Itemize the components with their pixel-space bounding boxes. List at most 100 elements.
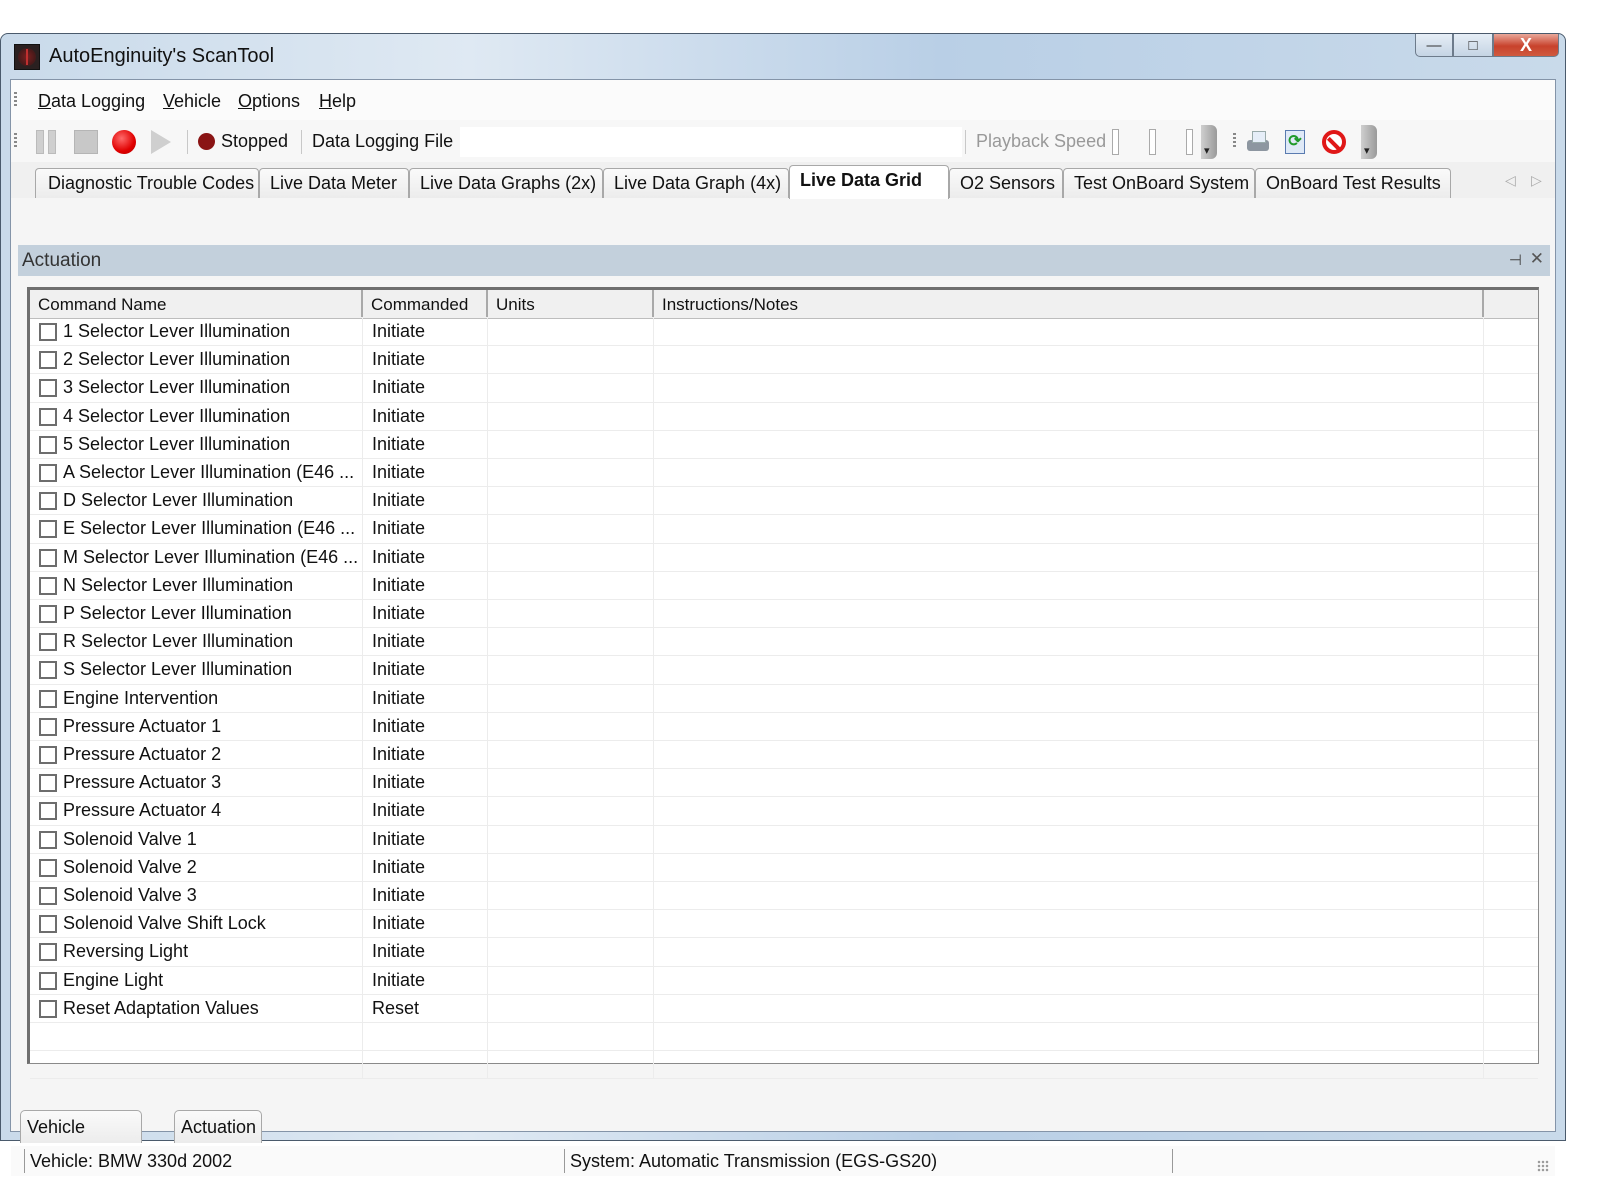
row-checkbox[interactable] [39, 323, 57, 341]
row-checkbox[interactable] [39, 830, 57, 849]
playback-speed-slider-thumb[interactable] [1149, 129, 1156, 155]
table-row[interactable]: E Selector Lever Illumination (E46 ... In… [30, 515, 1538, 544]
cell-commanded[interactable]: Initiate [363, 515, 488, 543]
data-logging-file-input[interactable] [460, 127, 962, 157]
table-row[interactable]: 5 Selector Lever Illumination Initiate [30, 430, 1538, 459]
row-checkbox[interactable] [39, 576, 57, 595]
menu-help[interactable]: Help [319, 91, 356, 112]
cell-commanded[interactable]: Initiate [363, 487, 488, 515]
table-row[interactable]: Pressure Actuator 2 Initiate [30, 741, 1538, 770]
cell-commanded[interactable]: Initiate [363, 684, 488, 712]
cancel-icon[interactable] [1322, 130, 1346, 154]
toolbar-grip-icon[interactable] [14, 133, 17, 149]
row-checkbox[interactable] [39, 971, 57, 990]
resize-grip-icon[interactable] [1537, 1160, 1549, 1172]
tab-diagnostic-trouble-codes[interactable]: Diagnostic Trouble Codes [35, 168, 259, 198]
table-row[interactable]: M Selector Lever Illumination (E46 ... In… [30, 543, 1538, 572]
tab-scroll-right-icon[interactable]: ▷ [1531, 172, 1542, 189]
row-checkbox[interactable] [39, 605, 57, 623]
playback-speed-slider-left[interactable] [1112, 129, 1119, 155]
row-checkbox[interactable] [39, 407, 57, 426]
minimize-button[interactable]: — [1415, 34, 1453, 57]
tab-test-onboard-system[interactable]: Test OnBoard System [1063, 168, 1255, 198]
tab-live-data-graph-4x[interactable]: Live Data Graph (4x) [603, 168, 789, 198]
table-row[interactable]: Reversing Light Initiate [30, 938, 1538, 967]
bottom-tab-actuation[interactable]: Actuation [174, 1110, 262, 1143]
table-row[interactable]: Reset Adaptation Values Reset [30, 994, 1538, 1023]
row-checkbox[interactable] [39, 492, 57, 511]
cell-commanded[interactable]: Initiate [363, 825, 488, 853]
print-icon[interactable] [1246, 130, 1270, 154]
cell-commanded[interactable]: Initiate [363, 402, 488, 430]
table-row[interactable]: Pressure Actuator 3 Initiate [30, 769, 1538, 798]
maximize-button[interactable]: □ [1453, 34, 1493, 57]
cell-commanded[interactable]: Initiate [363, 853, 488, 881]
table-row[interactable]: Solenoid Valve 2 Initiate [30, 853, 1538, 882]
row-checkbox[interactable] [39, 774, 57, 793]
table-row[interactable]: D Selector Lever Illumination Initiate [30, 487, 1538, 516]
play-icon[interactable] [151, 130, 171, 154]
pin-icon[interactable]: ⊣ [1509, 251, 1522, 269]
cell-commanded[interactable]: Initiate [363, 769, 488, 797]
menu-data-logging[interactable]: Data Logging [38, 91, 145, 112]
table-row[interactable]: S Selector Lever Illumination Initiate [30, 656, 1538, 685]
pause-icon[interactable] [35, 130, 59, 154]
row-checkbox[interactable] [39, 379, 57, 398]
tab-live-data-meter[interactable]: Live Data Meter [259, 168, 409, 198]
table-row[interactable]: Pressure Actuator 1 Initiate [30, 712, 1538, 741]
menu-grip-icon[interactable] [14, 92, 17, 108]
cell-commanded[interactable]: Initiate [363, 910, 488, 938]
row-checkbox[interactable] [39, 351, 57, 370]
cell-commanded[interactable]: Initiate [363, 797, 488, 825]
table-row[interactable]: Engine Light Initiate [30, 966, 1538, 995]
panel-close-icon[interactable]: ✕ [1530, 249, 1544, 269]
row-checkbox[interactable] [39, 858, 57, 877]
cell-commanded[interactable]: Initiate [363, 600, 488, 628]
cell-commanded[interactable]: Initiate [363, 938, 488, 966]
table-row[interactable]: 1 Selector Lever Illumination Initiate [30, 318, 1538, 347]
row-checkbox[interactable] [39, 746, 57, 764]
menu-vehicle[interactable]: Vehicle [163, 91, 221, 112]
table-row[interactable]: Solenoid Valve 1 Initiate [30, 825, 1538, 854]
tab-onboard-test-results[interactable]: OnBoard Test Results [1255, 168, 1451, 198]
cell-commanded[interactable]: Initiate [363, 741, 488, 769]
tab-scroll-left-icon[interactable]: ◁ [1505, 172, 1516, 189]
cell-commanded[interactable]: Initiate [363, 571, 488, 599]
table-row[interactable]: Solenoid Valve 3 Initiate [30, 882, 1538, 911]
toolbar-grip-icon[interactable] [1233, 133, 1236, 149]
close-button[interactable]: X [1493, 34, 1559, 57]
cell-commanded[interactable]: Initiate [363, 712, 488, 740]
column-header-command-name[interactable]: Command Name [30, 290, 363, 317]
table-row[interactable]: Engine Intervention Initiate [30, 684, 1538, 713]
cell-commanded[interactable]: Initiate [363, 346, 488, 374]
row-checkbox[interactable] [39, 999, 57, 1018]
tab-live-data-graphs-2x[interactable]: Live Data Graphs (2x) [409, 168, 603, 198]
bottom-tab-vehicle-notes[interactable]: Vehicle Notes [20, 1110, 142, 1169]
column-header-units[interactable]: Units [488, 290, 654, 317]
table-row[interactable]: 4 Selector Lever Illumination Initiate [30, 402, 1538, 431]
row-checkbox[interactable] [39, 689, 57, 708]
cell-commanded[interactable]: Reset [363, 994, 488, 1022]
tab-live-data-grid[interactable]: Live Data Grid [789, 165, 949, 199]
table-row[interactable]: A Selector Lever Illumination (E46 ... In… [30, 459, 1538, 488]
table-row[interactable]: P Selector Lever Illumination Initiate [30, 600, 1538, 629]
menu-options[interactable]: Options [238, 91, 300, 112]
column-header-instructions-notes[interactable]: Instructions/Notes [654, 290, 1484, 317]
cell-commanded[interactable]: Initiate [363, 318, 488, 346]
table-row[interactable]: 2 Selector Lever Illumination Initiate [30, 346, 1538, 375]
row-checkbox[interactable] [39, 661, 57, 680]
cell-commanded[interactable]: Initiate [363, 628, 488, 656]
row-checkbox[interactable] [39, 717, 57, 736]
table-row[interactable]: Solenoid Valve Shift Lock Initiate [30, 910, 1538, 939]
toolbar-overflow-button[interactable] [1361, 125, 1377, 159]
table-row[interactable]: Pressure Actuator 4 Initiate [30, 797, 1538, 826]
cell-commanded[interactable]: Initiate [363, 966, 488, 994]
record-icon[interactable] [112, 130, 136, 154]
refresh-icon[interactable]: ⟳ [1285, 130, 1305, 154]
table-row[interactable]: R Selector Lever Illumination Initiate [30, 628, 1538, 657]
table-row[interactable]: N Selector Lever Illumination Initiate [30, 571, 1538, 600]
stop-icon[interactable] [74, 130, 98, 154]
row-checkbox[interactable] [39, 633, 57, 652]
cell-commanded[interactable]: Initiate [363, 882, 488, 910]
row-checkbox[interactable] [39, 548, 57, 567]
